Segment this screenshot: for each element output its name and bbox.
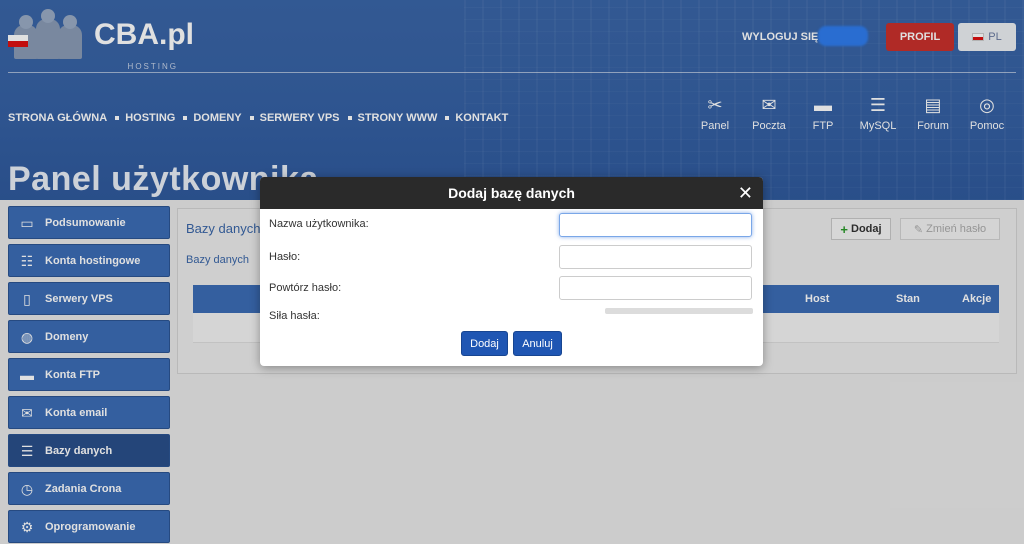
modal-header: Dodaj bazę danych ✕ bbox=[260, 177, 763, 209]
cancel-button[interactable]: Anuluj bbox=[513, 331, 562, 356]
repeat-password-label: Powtórz hasło: bbox=[269, 282, 342, 294]
modal-title: Dodaj bazę danych bbox=[448, 185, 575, 201]
add-database-modal: Dodaj bazę danych ✕ Nazwa użytkownika: H… bbox=[260, 177, 763, 366]
username-input[interactable] bbox=[559, 213, 752, 237]
username-label: Nazwa użytkownika: bbox=[269, 218, 369, 230]
submit-button[interactable]: Dodaj bbox=[461, 331, 508, 356]
password-strength-bar bbox=[605, 308, 753, 314]
close-icon[interactable]: ✕ bbox=[738, 177, 753, 209]
repeat-password-input[interactable] bbox=[559, 276, 752, 300]
password-strength-label: Siła hasła: bbox=[269, 310, 320, 322]
password-label: Hasło: bbox=[269, 251, 301, 263]
password-input[interactable] bbox=[559, 245, 752, 269]
